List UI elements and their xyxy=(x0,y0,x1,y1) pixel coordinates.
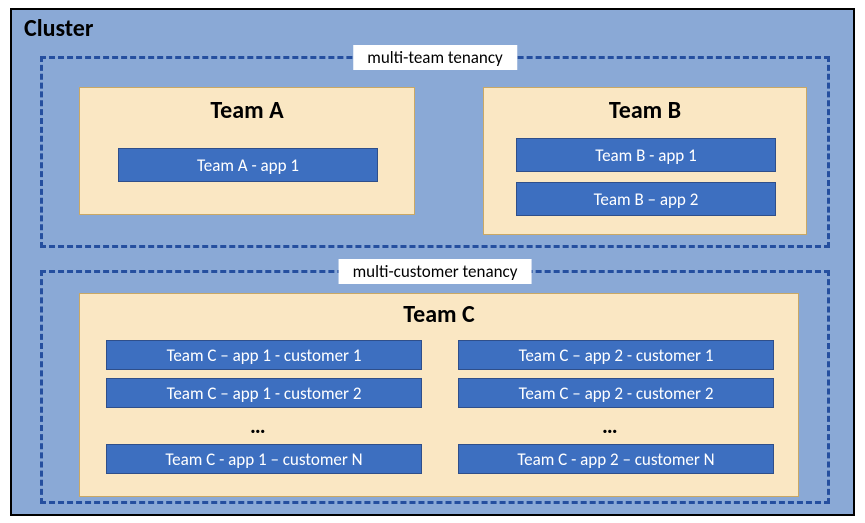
team-c-app2-custN: Team C - app 2 – customer N xyxy=(458,444,774,474)
cluster-title: Cluster xyxy=(24,14,93,43)
multi-customer-region: multi-customer tenancy Team C Team C – a… xyxy=(40,270,830,504)
team-b-box: Team B Team B - app 1 Team B – app 2 xyxy=(483,87,807,235)
team-b-app1: Team B - app 1 xyxy=(516,138,776,172)
team-c-box: Team C Team C – app 1 - customer 1 Team … xyxy=(79,293,799,497)
team-c-title: Team C xyxy=(80,300,798,329)
team-a-title: Team A xyxy=(80,96,414,125)
multi-team-region: multi-team tenancy Team A Team A - app 1… xyxy=(40,56,830,248)
cluster-container: Cluster multi-team tenancy Team A Team A… xyxy=(10,8,855,516)
team-c-app2-cust2: Team C – app 2 - customer 2 xyxy=(458,378,774,408)
multi-customer-label: multi-customer tenancy xyxy=(339,259,532,284)
team-c-app1-custN: Team C - app 1 – customer N xyxy=(106,444,422,474)
team-c-app2-cust1: Team C – app 2 - customer 1 xyxy=(458,340,774,370)
team-b-app2: Team B – app 2 xyxy=(516,182,776,216)
team-c-col2-ellipsis: … xyxy=(602,412,618,439)
team-a-app1: Team A - app 1 xyxy=(118,148,378,182)
team-c-app1-cust1: Team C – app 1 - customer 1 xyxy=(106,340,422,370)
team-b-title: Team B xyxy=(484,96,806,125)
team-c-app1-cust2: Team C – app 1 - customer 2 xyxy=(106,378,422,408)
team-a-box: Team A Team A - app 1 xyxy=(79,87,415,215)
multi-team-label: multi-team tenancy xyxy=(353,45,517,70)
team-c-col1-ellipsis: … xyxy=(250,412,266,439)
